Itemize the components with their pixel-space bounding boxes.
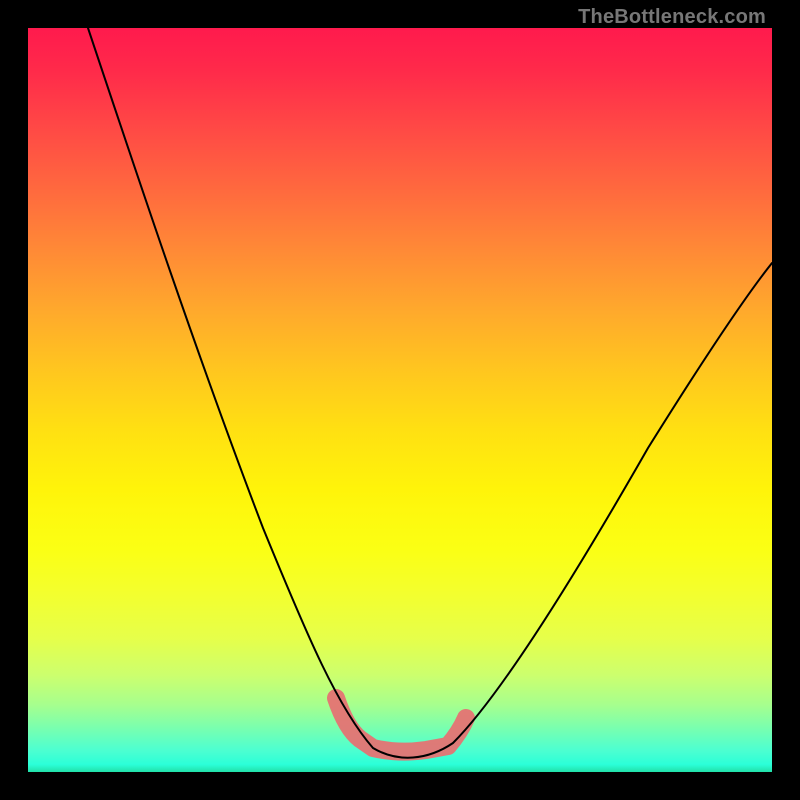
plot-area (28, 28, 772, 772)
bottleneck-curve (88, 28, 772, 758)
chart-frame: TheBottleneck.com (0, 0, 800, 800)
watermark-text: TheBottleneck.com (578, 6, 766, 29)
curve-layer (28, 28, 772, 772)
